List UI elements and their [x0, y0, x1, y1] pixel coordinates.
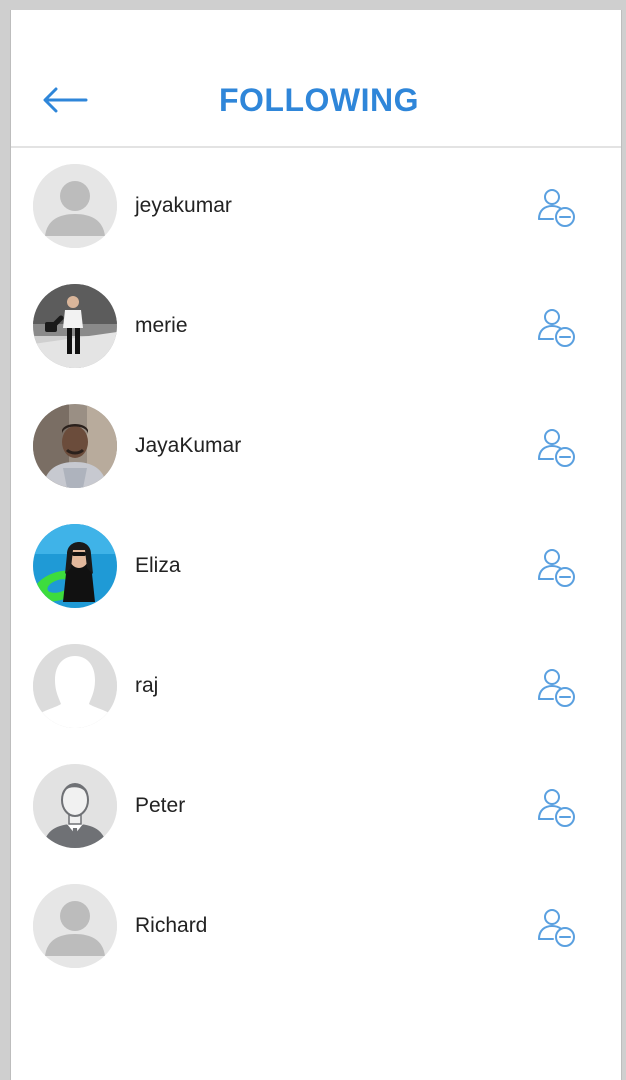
photo-avatar[interactable] [33, 524, 117, 608]
remove-user-icon [538, 429, 575, 467]
user-name[interactable]: JayaKumar [135, 434, 241, 458]
unfollow-button[interactable] [531, 904, 583, 950]
default-avatar-icon[interactable] [33, 884, 117, 968]
page-title: FOLLOWING [218, 82, 419, 118]
unfollow-button[interactable] [531, 184, 583, 230]
list-item[interactable]: merie [11, 268, 621, 388]
remove-user-icon [538, 309, 575, 347]
app-screen: FOLLOWING jeyakumar merie JayaKumar Eliz… [10, 10, 622, 1080]
list-item[interactable]: raj [11, 628, 621, 748]
user-name[interactable]: Peter [135, 794, 185, 818]
user-name[interactable]: Eliza [135, 554, 181, 578]
list-item[interactable]: JayaKumar [11, 388, 621, 508]
list-item[interactable]: Peter [11, 748, 621, 868]
remove-user-icon [538, 549, 575, 587]
user-name[interactable]: merie [135, 314, 188, 338]
unfollow-button[interactable] [531, 544, 583, 590]
photo-avatar[interactable] [33, 284, 117, 368]
businessman-avatar-icon[interactable] [33, 764, 117, 848]
silhouette-avatar-icon[interactable] [33, 644, 117, 728]
photo-avatar[interactable] [33, 404, 117, 488]
user-name[interactable]: Richard [135, 914, 207, 938]
unfollow-button[interactable] [531, 664, 583, 710]
user-name[interactable]: jeyakumar [135, 194, 232, 218]
app-header: FOLLOWING [11, 10, 621, 148]
unfollow-button[interactable] [531, 784, 583, 830]
following-list: jeyakumar merie JayaKumar Eliza raj Pete… [11, 148, 621, 988]
unfollow-button[interactable] [531, 304, 583, 350]
list-item[interactable]: Eliza [11, 508, 621, 628]
list-item[interactable]: Richard [11, 868, 621, 988]
user-name[interactable]: raj [135, 674, 158, 698]
remove-user-icon [538, 189, 575, 227]
remove-user-icon [538, 789, 575, 827]
default-avatar-icon[interactable] [33, 164, 117, 248]
unfollow-button[interactable] [531, 424, 583, 470]
remove-user-icon [538, 909, 575, 947]
list-item[interactable]: jeyakumar [11, 148, 621, 268]
remove-user-icon [538, 669, 575, 707]
